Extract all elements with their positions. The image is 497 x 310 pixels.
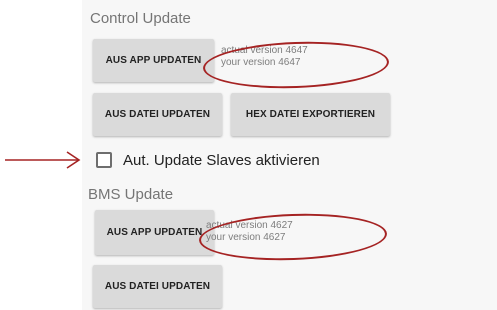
hex-export-button[interactable]: HEX DATEI EXPORTIEREN bbox=[231, 93, 390, 136]
control-file-update-button[interactable]: AUS DATEI UPDATEN bbox=[93, 93, 222, 136]
update-screen: Control Update AUS APP UPDATEN actual ve… bbox=[0, 0, 497, 310]
checkbox-auto-update-slaves[interactable]: Aut. Update Slaves aktivieren bbox=[96, 148, 320, 172]
checkbox-unchecked-icon[interactable] bbox=[96, 152, 112, 168]
bms-update-title: BMS Update bbox=[88, 186, 174, 203]
control-update-title: Control Update bbox=[90, 10, 191, 27]
control-app-update-button[interactable]: AUS APP UPDATEN bbox=[93, 39, 214, 82]
annotation-arrow-icon bbox=[5, 151, 81, 169]
bms-file-update-button[interactable]: AUS DATEI UPDATEN bbox=[93, 265, 222, 308]
bms-app-update-button[interactable]: AUS APP UPDATEN bbox=[95, 210, 214, 255]
auto-update-slaves-label: Aut. Update Slaves aktivieren bbox=[123, 151, 320, 169]
